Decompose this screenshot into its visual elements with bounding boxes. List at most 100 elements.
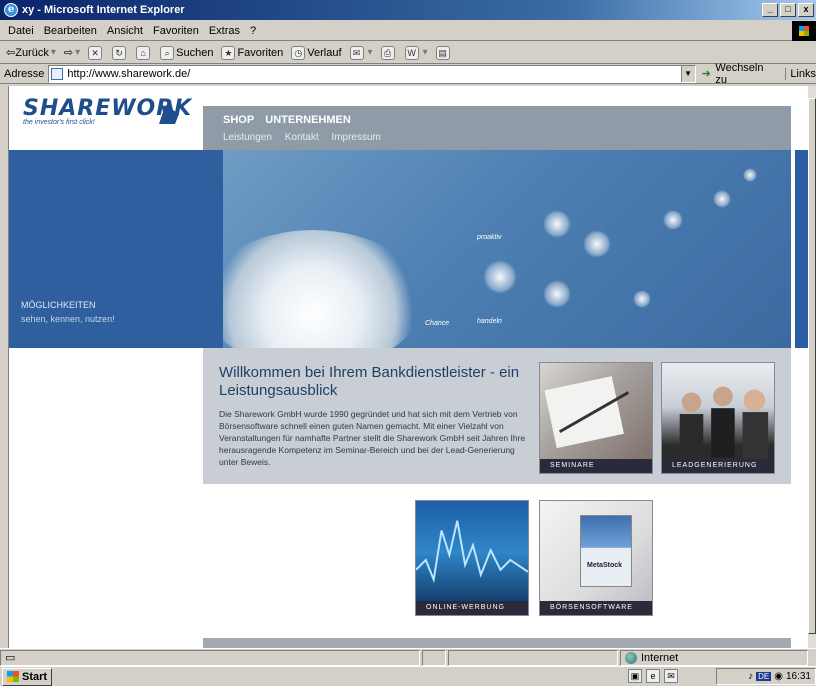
print-button[interactable]: ⎙ bbox=[380, 45, 397, 60]
site-navigation: SHOP UNTERNEHMEN Leistungen Kontakt Impr… bbox=[203, 106, 791, 150]
go-arrow-icon: ➜ bbox=[701, 67, 711, 80]
vertical-scrollbar[interactable] bbox=[808, 86, 816, 648]
tile-label: ONLINE-WERBUNG bbox=[416, 601, 528, 615]
globe-icon bbox=[625, 651, 637, 664]
minimize-button[interactable]: _ bbox=[762, 3, 778, 17]
maximize-button[interactable]: □ bbox=[780, 3, 796, 17]
clock[interactable]: 16:31 bbox=[786, 671, 811, 682]
business-people-image bbox=[679, 386, 769, 460]
history-button[interactable]: ◷ Verlauf bbox=[291, 45, 342, 60]
tile-label: SEMINARE bbox=[540, 459, 652, 473]
status-bar: ▭ Internet bbox=[0, 648, 816, 666]
windows-flag-icon bbox=[7, 671, 19, 682]
search-icon: ⌕ bbox=[160, 45, 175, 60]
page-icon: ▤ bbox=[435, 45, 450, 60]
seed-graphic bbox=[663, 210, 683, 230]
menu-datei[interactable]: Datei bbox=[8, 25, 34, 37]
zone-label: Internet bbox=[641, 651, 679, 664]
favorites-button[interactable]: ★ Favoriten bbox=[221, 45, 284, 60]
status-message: ▭ bbox=[0, 649, 420, 666]
back-arrow-icon: ⇦ bbox=[6, 47, 16, 59]
tile-leadgenerierung[interactable]: LEADGENERIERUNG bbox=[661, 362, 775, 474]
hero-banner-image: proaktiv Chance handeln bbox=[223, 150, 791, 348]
ie-icon: e bbox=[4, 3, 18, 17]
mail-button[interactable]: ✉ ▾ bbox=[349, 45, 373, 60]
stop-icon: ✕ bbox=[88, 45, 103, 60]
nav-kontakt[interactable]: Kontakt bbox=[285, 132, 319, 143]
welcome-text: Die Sharework GmbH wurde 1990 gegründet … bbox=[219, 409, 526, 467]
security-zone: Internet bbox=[620, 649, 808, 666]
chevron-down-icon[interactable]: ▼ bbox=[680, 65, 695, 82]
menu-extras[interactable]: Extras bbox=[209, 25, 240, 37]
address-input[interactable]: http://www.sharework.de/ ▼ bbox=[48, 64, 696, 83]
seed-graphic bbox=[743, 168, 757, 182]
hero-label-proaktiv: proaktiv bbox=[477, 234, 502, 241]
tile-online-werbung[interactable]: ONLINE-WERBUNG bbox=[415, 500, 529, 616]
tile-boersensoftware[interactable]: MetaStock BÖRSENSOFTWARE bbox=[539, 500, 653, 616]
menu-bearbeiten[interactable]: Bearbeiten bbox=[44, 25, 97, 37]
discuss-button[interactable]: ▤ bbox=[435, 45, 452, 60]
tile-seminare[interactable]: SEMINARE bbox=[539, 362, 653, 474]
desktop-icon[interactable]: ▣ bbox=[628, 669, 642, 683]
nav-impressum[interactable]: Impressum bbox=[331, 132, 380, 143]
seed-graphic bbox=[543, 280, 571, 308]
favorites-label: Favoriten bbox=[237, 46, 284, 59]
favorites-icon: ★ bbox=[221, 45, 236, 60]
back-button[interactable]: ⇦ Zurück ▾ bbox=[6, 46, 56, 60]
status-cell bbox=[448, 649, 618, 666]
links-button[interactable]: Links bbox=[785, 67, 816, 80]
scrollbar-thumb[interactable] bbox=[808, 98, 816, 634]
start-label: Start bbox=[22, 670, 48, 683]
sharework-logo[interactable]: SHAREWORK the investor's first click! bbox=[23, 96, 213, 146]
stop-button[interactable]: ✕ bbox=[88, 45, 104, 60]
window-title: xy - Microsoft Internet Explorer bbox=[22, 4, 185, 16]
menu-favoriten[interactable]: Favoriten bbox=[153, 25, 199, 37]
outlook-icon[interactable]: ✉ bbox=[664, 669, 678, 683]
nav-unternehmen[interactable]: UNTERNEHMEN bbox=[265, 114, 351, 126]
nav-leistungen[interactable]: Leistungen bbox=[223, 132, 272, 143]
search-button[interactable]: ⌕ Suchen bbox=[160, 45, 213, 60]
back-label: Zurück bbox=[15, 46, 49, 59]
bull-icon bbox=[159, 102, 179, 124]
dandelion-image bbox=[223, 230, 423, 348]
go-button[interactable]: ➜ Wechseln zu bbox=[702, 62, 778, 86]
hero-side-title: MÖGLICHKEITEN bbox=[21, 300, 96, 310]
hero-label-handeln: handeln bbox=[477, 318, 502, 325]
page-icon: ▭ bbox=[5, 652, 16, 664]
seed-graphic bbox=[713, 190, 731, 208]
word-icon: W bbox=[404, 45, 419, 60]
print-icon: ⎙ bbox=[380, 45, 395, 60]
seed-graphic bbox=[543, 210, 571, 238]
address-label: Adresse bbox=[4, 67, 45, 80]
hero-edge-strip bbox=[795, 150, 808, 348]
system-tray: ♪ DE ◉ 16:31 bbox=[716, 668, 816, 685]
language-indicator[interactable]: DE bbox=[756, 672, 772, 681]
chevron-down-icon[interactable]: ▾ bbox=[75, 47, 80, 58]
forward-button[interactable]: ⇨ ▾ bbox=[64, 46, 80, 59]
refresh-button[interactable]: ↻ bbox=[112, 45, 128, 60]
chevron-down-icon[interactable]: ▾ bbox=[51, 47, 56, 58]
start-button[interactable]: Start bbox=[2, 667, 53, 686]
home-button[interactable]: ⌂ bbox=[136, 45, 152, 60]
tile-label: BÖRSENSOFTWARE bbox=[540, 601, 652, 615]
window-title-bar[interactable]: e xy - Microsoft Internet Explorer _ □ x bbox=[0, 0, 816, 20]
close-button[interactable]: x bbox=[798, 3, 814, 17]
refresh-icon: ↻ bbox=[112, 45, 127, 60]
ie-quicklaunch-icon[interactable]: e bbox=[646, 669, 660, 683]
quick-launch: ▣ e ✉ bbox=[628, 669, 678, 683]
forward-arrow-icon: ⇨ bbox=[63, 47, 74, 59]
nav-shop[interactable]: SHOP bbox=[223, 114, 254, 126]
network-icon[interactable]: ◉ bbox=[774, 671, 783, 682]
windows-logo-icon bbox=[792, 21, 816, 41]
menu-help[interactable]: ? bbox=[250, 25, 256, 37]
page-icon bbox=[51, 67, 64, 80]
menu-ansicht[interactable]: Ansicht bbox=[107, 25, 143, 37]
metastock-box-image: MetaStock bbox=[580, 515, 632, 587]
edit-button[interactable]: W ▾ bbox=[404, 45, 428, 60]
seminar-image bbox=[544, 376, 630, 449]
go-label: Wechseln zu bbox=[715, 61, 764, 86]
chevron-down-icon: ▾ bbox=[422, 47, 428, 58]
hero-side-subtitle: sehen, kennen, nutzen! bbox=[21, 314, 115, 324]
volume-icon[interactable]: ♪ bbox=[748, 671, 753, 682]
window-controls: _ □ x bbox=[762, 3, 814, 17]
